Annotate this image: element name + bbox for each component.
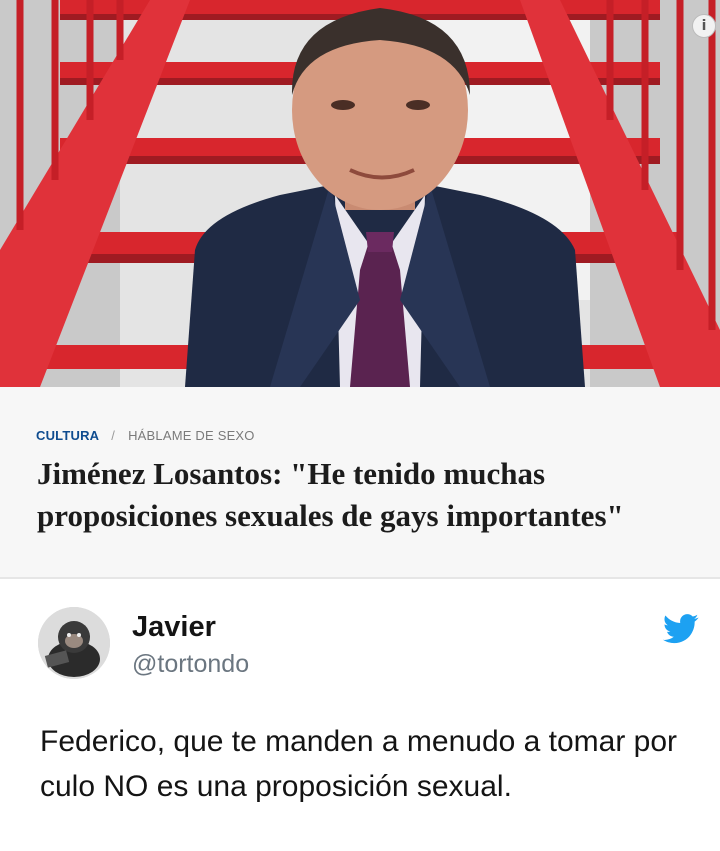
avatar[interactable] bbox=[38, 607, 110, 679]
breadcrumb-subsection-link[interactable]: HÁBLAME DE SEXO bbox=[128, 428, 255, 443]
twitter-bird-icon[interactable] bbox=[663, 614, 699, 644]
tweet-text: Federico, que te manden a menudo a tomar… bbox=[40, 725, 678, 803]
avatar-image bbox=[38, 607, 110, 679]
stairs-portrait-illustration bbox=[0, 0, 720, 387]
article-photo: i bbox=[0, 0, 720, 387]
breadcrumb-section-link[interactable]: CULTURA bbox=[36, 428, 99, 443]
breadcrumb: CULTURA / HÁBLAME DE SEXO bbox=[36, 428, 255, 443]
article-header: CULTURA / HÁBLAME DE SEXO Jiménez Losant… bbox=[0, 387, 720, 577]
breadcrumb-separator: / bbox=[111, 428, 116, 443]
info-icon[interactable]: i bbox=[692, 14, 716, 38]
tweet-card: Javier @tortondo Federico, que te manden… bbox=[0, 579, 720, 851]
tweet-display-name[interactable]: Javier bbox=[132, 611, 216, 644]
tweet-handle[interactable]: @tortondo bbox=[132, 650, 249, 679]
article-headline[interactable]: Jiménez Losantos: "He tenido muchas prop… bbox=[37, 453, 697, 537]
